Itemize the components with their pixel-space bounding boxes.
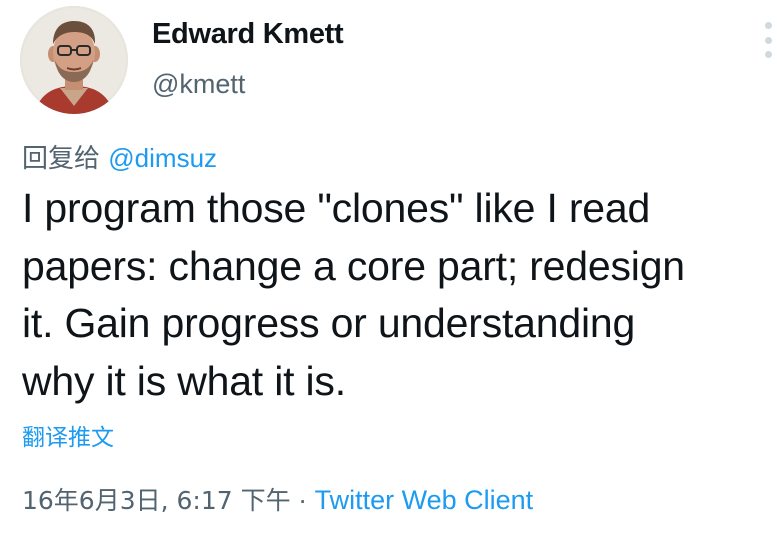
tweet-text-line: it. Gain progress or understanding	[22, 300, 636, 346]
tweet-timestamp[interactable]: 16年6月3日, 6:17 下午	[22, 486, 291, 515]
reply-context: 回复给 @dimsuz	[22, 138, 217, 175]
meta-separator: ·	[290, 485, 315, 515]
more-dot	[764, 22, 772, 29]
tweet-meta: 16年6月3日, 6:17 下午 · Twitter Web Client	[22, 481, 533, 517]
tweet-text-line: papers: change a core part; redesign	[22, 242, 685, 289]
tweet-card: Edward Kmett @kmett 回复给 @dimsuz I progra…	[0, 0, 777, 536]
translate-tweet-link[interactable]: 翻译推文	[22, 418, 114, 452]
tweet-text-line: why it is what it is.	[22, 357, 346, 404]
reply-prefix: 回复给	[22, 144, 101, 174]
reply-mention-link[interactable]: @dimsuz	[108, 143, 217, 173]
tweet-source-link[interactable]: Twitter Web Client	[315, 485, 534, 515]
more-dot	[764, 36, 772, 44]
more-dot	[764, 51, 772, 58]
author-handle[interactable]: @kmett	[152, 69, 245, 100]
author-display-name[interactable]: Edward Kmett	[152, 18, 344, 51]
avatar[interactable]	[20, 6, 128, 114]
tweet-text: I program those "clones" like I read pap…	[22, 180, 767, 410]
tweet-text-line: I program those "clones" like I read	[22, 185, 651, 231]
avatar-photo	[20, 6, 128, 114]
more-options-icon[interactable]	[761, 22, 775, 58]
